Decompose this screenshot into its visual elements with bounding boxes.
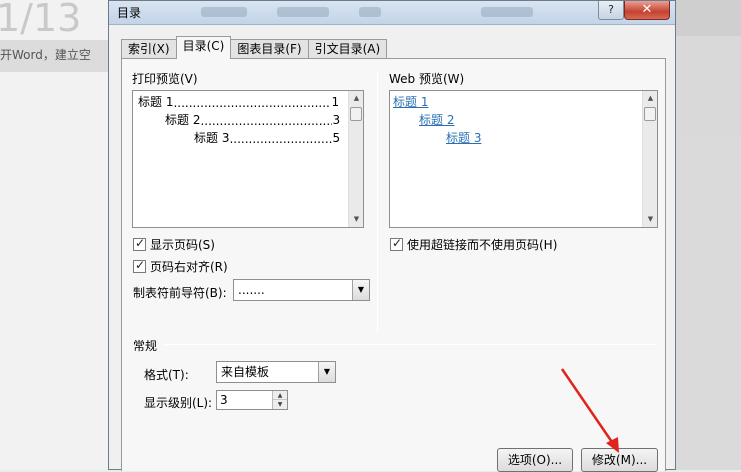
column-divider [377,71,378,333]
general-section-divider [164,344,656,345]
scroll-up-icon[interactable]: ▲ [349,91,364,106]
tab-table-of-figures[interactable]: 图表目录(F) [230,39,309,59]
ruler-band [676,36,741,136]
entry-page: 3 [332,113,341,127]
dialog-title: 目录 [117,6,142,20]
entry-text: 标题 3 [194,131,230,145]
scroll-up-icon[interactable]: ▲ [643,91,658,106]
entry-leader: ........................................… [229,132,333,146]
general-section-label: 常规 [133,339,158,353]
chevron-down-icon[interactable]: ▼ [318,362,335,382]
close-button[interactable]: ✕ [624,1,670,20]
arrow-shaft [560,368,616,446]
print-preview-scrollbar[interactable]: ▲ ▼ [348,91,363,227]
spinner-down-icon[interactable]: ▼ [273,400,287,409]
spinner-up-icon[interactable]: ▲ [273,391,287,400]
document-background-left: 1/13 开Word，建立空 [0,0,112,470]
web-preview-scrollbar[interactable]: ▲ ▼ [642,91,657,227]
tab-table-of-authorities[interactable]: 引文目录(A) [307,39,388,59]
levels-label: 显示级别(L): [144,396,213,410]
ribbon-band [676,0,741,36]
titlebar-blur [277,7,329,17]
levels-value[interactable]: 3 [220,393,228,407]
tab-toc[interactable]: 目录(C) [175,36,232,59]
annotation-arrow [560,368,619,453]
show-page-numbers-checkbox[interactable]: 显示页码(S) [133,236,215,253]
web-preview-link[interactable]: 标题 1 [393,93,428,110]
scroll-thumb[interactable] [644,107,656,121]
format-value: 来自模板 [221,365,270,379]
entry-leader: ........................................… [173,96,331,110]
levels-spinner[interactable]: 3 ▲ ▼ [216,390,288,410]
arrow-head [606,437,619,453]
print-preview-entry: 标题 2....................................… [165,111,340,128]
print-preview-label: 打印预览(V) [132,72,198,86]
web-preview-link[interactable]: 标题 2 [419,111,454,128]
titlebar-blur [481,7,533,17]
scroll-down-icon[interactable]: ▼ [349,212,364,227]
format-label: 格式(T): [144,368,189,382]
print-preview-entry: 标题 1....................................… [138,93,339,110]
checkbox-checked-icon[interactable] [133,236,146,251]
print-preview-entry: 标题 3....................................… [194,129,340,146]
web-preview-link[interactable]: 标题 3 [446,129,481,146]
entry-text: 标题 1 [138,95,174,109]
entry-leader: ........................................… [200,114,332,128]
checkbox-label: 页码右对齐(R) [150,260,228,274]
tab-leader-select[interactable]: ....... ▼ [233,279,370,301]
dialog-titlebar[interactable]: 目录 ? ✕ [109,1,675,25]
help-button[interactable]: ? [598,1,624,20]
right-align-checkbox[interactable]: 页码右对齐(R) [133,258,228,275]
tab-strip: 索引(X) 目录(C) 图表目录(F) 引文目录(A) [121,36,388,59]
checkbox-checked-icon[interactable] [390,236,403,251]
tab-leader-label: 制表符前导符(B): [133,286,227,300]
entry-page: 5 [332,131,341,145]
document-background-right [676,0,741,470]
print-preview-box: 标题 1....................................… [132,90,364,228]
page-band [676,136,741,470]
web-preview-label: Web 预览(W) [389,72,465,86]
checkbox-label: 显示页码(S) [150,238,215,252]
entry-text: 标题 2 [165,113,201,127]
document-text-line: 开Word，建立空 [0,48,91,62]
format-select[interactable]: 来自模板 ▼ [216,361,336,383]
checkbox-checked-icon[interactable] [133,258,146,273]
titlebar-blur [201,7,247,17]
scroll-down-icon[interactable]: ▼ [643,212,658,227]
use-hyperlinks-checkbox[interactable]: 使用超链接而不使用页码(H) [390,236,557,253]
chevron-down-icon[interactable]: ▼ [352,280,369,300]
spinner-buttons: ▲ ▼ [272,391,287,409]
checkbox-label: 使用超链接而不使用页码(H) [407,238,558,252]
scroll-thumb[interactable] [350,107,362,121]
page-counter: 1/13 [0,0,82,40]
tab-index[interactable]: 索引(X) [121,39,177,59]
web-preview-box: 标题 1 标题 2 标题 3 ▲ ▼ [389,90,658,228]
entry-page: 1 [331,95,340,109]
tab-leader-value: ....... [238,283,265,297]
titlebar-blur [359,7,381,17]
